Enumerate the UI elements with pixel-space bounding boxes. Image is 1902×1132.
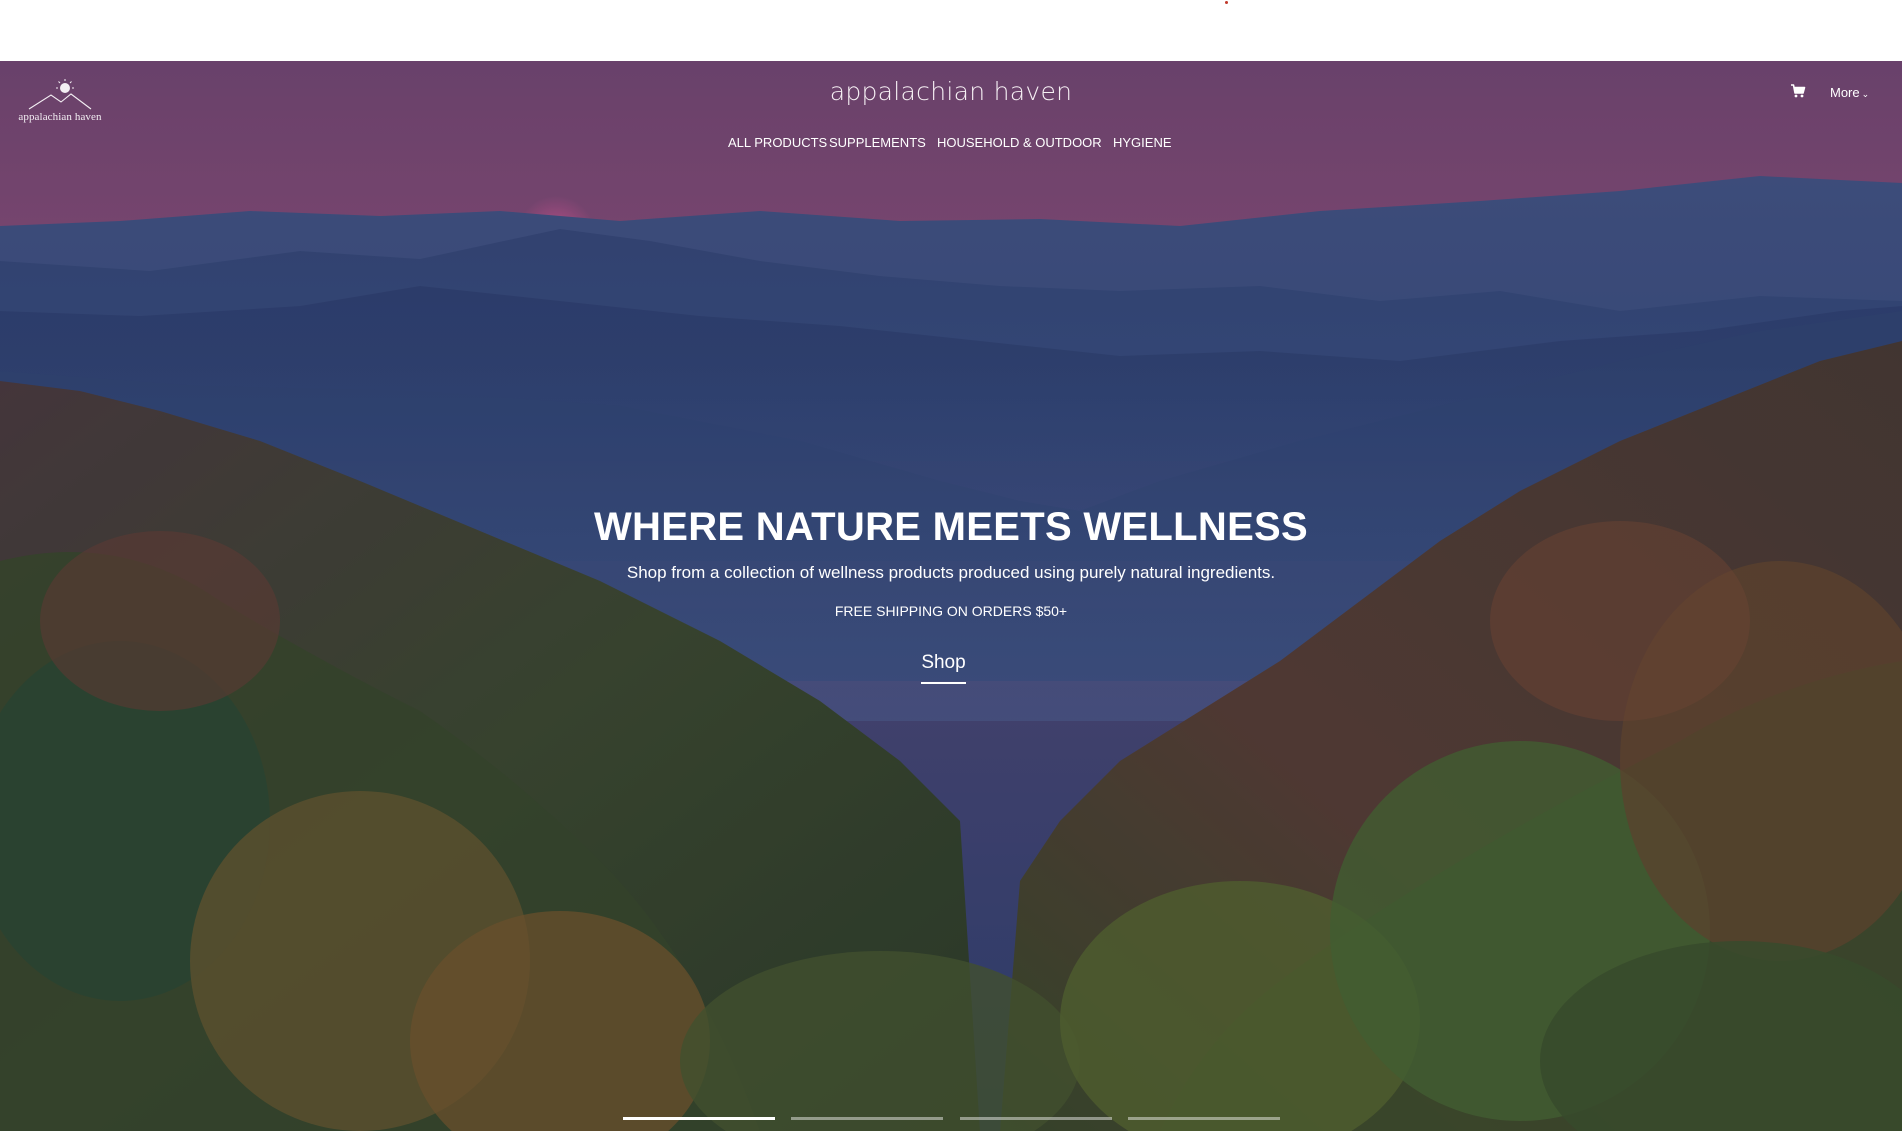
slide-indicator-4[interactable] [1128, 1117, 1280, 1120]
hero-banner: appalachian haven appalachian haven ALL … [0, 61, 1902, 1132]
hero-headline: WHERE NATURE MEETS WELLNESS [593, 505, 1309, 549]
nav-item-supplements[interactable]: SUPPLEMENTS [829, 135, 926, 150]
more-label: More [1830, 85, 1860, 100]
slide-indicators [0, 1117, 1902, 1121]
chevron-down-icon: ⌄ [1861, 89, 1870, 99]
logo-text: appalachian haven [18, 111, 102, 123]
top-blank-strip [0, 0, 1902, 61]
red-dot-marker [1225, 1, 1228, 4]
more-menu-button[interactable]: More ⌄ [1830, 85, 1869, 100]
cart-icon[interactable] [1790, 83, 1806, 99]
nav-item-all-products[interactable]: ALL PRODUCTS [728, 135, 827, 150]
mountain-landscape-image [0, 61, 1902, 1132]
free-shipping-note: FREE SHIPPING ON ORDERS $50+ [834, 603, 1068, 619]
slide-indicator-3[interactable] [960, 1117, 1112, 1120]
main-nav: ALL PRODUCTS SUPPLEMENTS HOUSEHOLD & OUT… [0, 135, 1902, 159]
nav-item-household-outdoor[interactable]: HOUSEHOLD & OUTDOOR [937, 135, 1102, 150]
slide-indicator-2[interactable] [791, 1117, 943, 1120]
nav-item-hygiene[interactable]: HYGIENE [1113, 135, 1172, 150]
brand-title[interactable]: appalachian haven [0, 77, 1902, 106]
shop-button[interactable]: Shop [921, 652, 966, 684]
slide-indicator-1[interactable] [623, 1117, 775, 1120]
hero-subheadline: Shop from a collection of wellness produ… [626, 563, 1276, 582]
